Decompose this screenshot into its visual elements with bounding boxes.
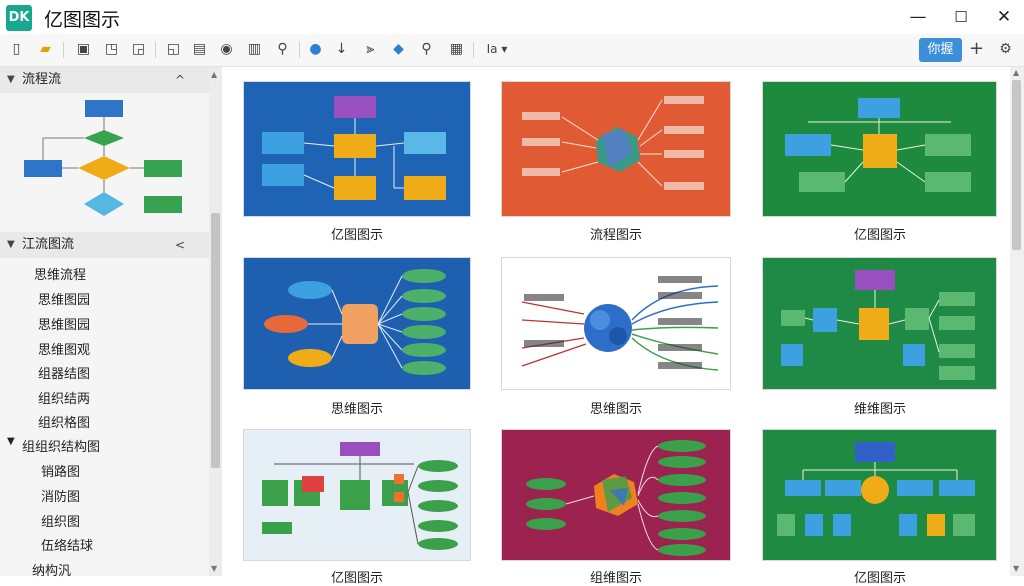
document-icon[interactable]: ▥: [246, 41, 263, 58]
template-thumbnail: [244, 430, 470, 560]
import-icon[interactable]: ◱: [165, 41, 182, 58]
sidebar-item[interactable]: 纳构汎: [32, 560, 71, 579]
sidebar-item[interactable]: 伍络结球: [41, 535, 93, 554]
template-thumbnail: [763, 258, 996, 389]
section-label: 流程流: [22, 72, 62, 87]
sidebar-item[interactable]: 思维图园: [38, 289, 90, 308]
share-button[interactable]: 你握: [919, 38, 962, 62]
template-thumbnail: [763, 430, 996, 560]
toolbar-divider: [473, 42, 474, 58]
collapse-arrow-icon: ▼: [7, 239, 15, 250]
template-card-label: 亿图图示: [853, 571, 906, 586]
close-button[interactable]: ✕: [989, 4, 1019, 30]
app-logo: DK: [6, 5, 32, 31]
template-card-label: 组维图示: [589, 571, 642, 586]
font-size-label: Ia: [486, 42, 498, 56]
section-label: 江流图流: [22, 237, 75, 252]
user-icon[interactable]: ●: [307, 41, 324, 58]
template-card-label: 流程图示: [589, 228, 642, 243]
template-card[interactable]: [501, 81, 731, 217]
template-card[interactable]: [762, 257, 997, 390]
scroll-up-icon[interactable]: ▲: [211, 70, 217, 79]
template-card[interactable]: [762, 81, 997, 217]
template-card[interactable]: [501, 257, 731, 390]
chevron-up-icon[interactable]: ^: [175, 67, 185, 93]
template-thumbnail: [502, 430, 730, 560]
scroll-down-icon[interactable]: ▼: [1013, 564, 1019, 573]
maximize-button[interactable]: ☐: [946, 4, 976, 30]
sidebar-item[interactable]: 消防图: [41, 486, 80, 505]
minimize-button[interactable]: —: [903, 4, 933, 30]
toolbar: ▯ ▰ ▣ ◳ ◲ ◱ ▤ ◉ ▥ ⚲ ● ↓ ⫸ ◆ ⚲ ▦ Ia ▾: [0, 34, 1024, 67]
template-card[interactable]: [243, 81, 471, 217]
template-thumbnail: [763, 82, 996, 216]
arrow-down-icon[interactable]: ↓: [333, 41, 350, 58]
sidebar-section-org[interactable]: 组组织结构图: [22, 436, 100, 455]
add-icon[interactable]: +: [968, 40, 985, 58]
sidebar-item[interactable]: 思维图观: [38, 339, 90, 358]
sidebar-item[interactable]: 组器结图: [38, 363, 90, 382]
zoom-icon[interactable]: ⚲: [418, 41, 435, 58]
shape-icon[interactable]: ◆: [390, 41, 407, 58]
chevron-left-icon[interactable]: <: [175, 232, 185, 258]
open-folder-icon[interactable]: ▰: [37, 41, 54, 58]
sidebar-item[interactable]: 思维流程: [34, 264, 86, 283]
sidebar-scroll-thumb[interactable]: [211, 213, 220, 468]
template-thumbnail: [244, 258, 470, 389]
template-card[interactable]: [243, 429, 471, 561]
search-icon[interactable]: ⚲: [274, 41, 291, 58]
app-title: 亿图图示: [44, 9, 121, 31]
sidebar-item[interactable]: 销路图: [41, 461, 80, 480]
copy-icon[interactable]: ▤: [191, 41, 208, 58]
align-icon[interactable]: ⫸: [362, 41, 379, 58]
save-icon[interactable]: ▣: [75, 41, 92, 58]
flowchart-preview-graphic: [24, 100, 182, 216]
print-icon[interactable]: ◲: [130, 41, 147, 58]
template-card-label: 维维图示: [853, 402, 906, 417]
template-card-label: 亿图图示: [330, 228, 383, 243]
sidebar-section-mindmap[interactable]: ▼ 江流图流 <: [0, 232, 209, 258]
template-card[interactable]: [762, 429, 997, 561]
scroll-up-icon[interactable]: ▲: [1013, 68, 1019, 77]
template-card-label: 思维图示: [589, 402, 642, 417]
sidebar-item[interactable]: 组织格图: [38, 412, 90, 431]
flowchart-preview[interactable]: [18, 96, 188, 220]
sidebar-item[interactable]: 组织结两: [38, 388, 90, 407]
layout-icon[interactable]: ▦: [448, 41, 465, 58]
template-card[interactable]: [501, 429, 731, 561]
font-size-dropdown[interactable]: Ia ▾: [482, 41, 512, 58]
toolbar-divider: [299, 42, 300, 58]
template-thumbnail: [244, 82, 470, 216]
export-icon[interactable]: ◳: [103, 41, 120, 58]
template-card-label: 亿图图示: [330, 571, 383, 586]
template-card-label: 亿图图示: [853, 228, 906, 243]
globe-icon[interactable]: ◉: [218, 41, 235, 58]
collapse-arrow-icon[interactable]: ▼: [7, 436, 15, 447]
title-bar: DK 亿图图示 — ☐ ✕: [0, 0, 1024, 34]
template-thumbnail: [502, 82, 730, 216]
scroll-down-icon[interactable]: ▼: [211, 564, 217, 573]
sidebar-item[interactable]: 组织图: [41, 511, 80, 530]
collapse-arrow-icon: ▼: [7, 74, 15, 85]
template-card[interactable]: [243, 257, 471, 390]
template-card-label: 思维图示: [330, 402, 383, 417]
sidebar-item[interactable]: 思维图园: [38, 314, 90, 333]
gallery-scroll-thumb[interactable]: [1012, 80, 1021, 250]
toolbar-divider: [63, 42, 64, 58]
new-file-icon[interactable]: ▯: [8, 41, 25, 58]
gear-icon[interactable]: ⚙: [997, 41, 1014, 58]
sidebar-section-flowchart[interactable]: ▼ 流程流 ^: [0, 67, 209, 93]
toolbar-divider: [155, 42, 156, 58]
template-thumbnail: [502, 258, 730, 389]
